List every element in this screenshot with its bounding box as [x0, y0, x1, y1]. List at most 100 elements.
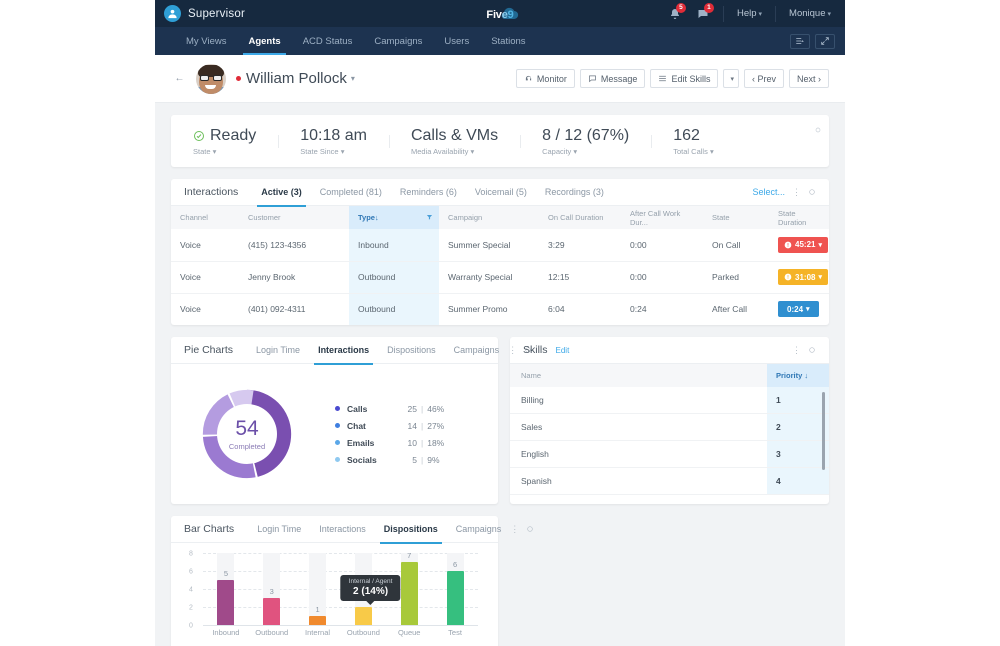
help-menu[interactable]: Help ▾ [731, 8, 768, 19]
nav-item-users[interactable]: Users [433, 27, 480, 55]
bar-x-axis: Inbound Outbound Internal Outbound Queue… [203, 628, 478, 637]
bar-settings-button[interactable] [526, 520, 534, 538]
bar-test[interactable]: 6 [446, 560, 464, 625]
tab-voicemail[interactable]: Voicemail (5) [466, 179, 536, 206]
col-after-call-work[interactable]: After Call Work Dur... [621, 206, 703, 229]
bar-tab-login-time[interactable]: Login Time [248, 516, 310, 543]
next-agent-button[interactable]: Next › [788, 69, 829, 88]
table-row[interactable]: Voice (401) 092-4311 Outbound Summer Pro… [171, 293, 829, 325]
bar-slot[interactable]: 5 [203, 553, 249, 625]
message-label: Message [600, 73, 638, 84]
avatar [196, 63, 226, 94]
edit-skills-button[interactable]: Edit Skills [650, 69, 719, 88]
gear-icon [809, 189, 815, 195]
bar-slot[interactable]: 3 [249, 553, 295, 625]
tab-label: Campaigns [453, 345, 500, 355]
nav-item-campaigns[interactable]: Campaigns [363, 27, 433, 55]
tab-completed[interactable]: Completed (81) [311, 179, 391, 206]
legend-item[interactable]: Socials 5 | 9% [335, 451, 444, 468]
tab-label: Interactions [319, 524, 366, 534]
pie-tab-login-time[interactable]: Login Time [247, 337, 309, 364]
pie-tab-campaigns[interactable]: Campaigns [445, 337, 509, 364]
stat-value: 162 [673, 126, 700, 144]
nav-item-agents[interactable]: Agents [237, 27, 291, 55]
bar-inbound[interactable]: 5 [217, 569, 235, 625]
nav-item-my-views[interactable]: My Views [175, 27, 237, 55]
user-menu[interactable]: Monique ▾ [783, 8, 837, 19]
filter-icon[interactable] [426, 213, 433, 222]
skills-column: Skills Edit ⋮ Name Priority ↓ Billing 1 … [510, 337, 829, 504]
status-badge[interactable]: 45:21 ▾ [778, 236, 828, 253]
tab-active[interactable]: Active (3) [252, 179, 311, 207]
stat-label[interactable]: State ▾ [193, 147, 256, 156]
bar-tab-dispositions[interactable]: Dispositions [375, 516, 447, 544]
bar-outbound-2[interactable]: Internal / Agent 2 (14%) [340, 575, 401, 625]
nav-item-acd-status[interactable]: ACD Status [292, 27, 364, 55]
bar-outbound-1[interactable]: 3 [263, 587, 281, 625]
stat-label[interactable]: Total Calls ▾ [673, 147, 713, 156]
tab-reminders[interactable]: Reminders (6) [391, 179, 466, 206]
skills-col-priority[interactable]: Priority ↓ [767, 364, 829, 387]
overflow-menu-icon[interactable]: ⋮ [510, 524, 519, 535]
legend-item[interactable]: Calls 25 | 46% [335, 400, 444, 417]
skills-row[interactable]: Sales 2 [510, 414, 829, 441]
check-circle-icon [194, 130, 204, 141]
agent-name-dropdown[interactable]: William Pollock ▾ [236, 70, 355, 87]
nav-item-stations[interactable]: Stations [480, 27, 536, 55]
bar-slot[interactable]: Internal / Agent 2 (14%) [340, 553, 401, 625]
view-options-button[interactable] [790, 33, 810, 49]
col-channel[interactable]: Channel [171, 206, 239, 229]
col-state-duration[interactable]: State Duration [769, 206, 829, 229]
col-type[interactable]: Type↓ [349, 206, 439, 229]
nav-label: ACD Status [302, 35, 353, 47]
chevron-down-icon: ▾ [758, 11, 763, 18]
stat-label[interactable]: Media Availability ▾ [411, 147, 498, 156]
stat-label[interactable]: Capacity ▾ [542, 147, 629, 156]
tab-recordings[interactable]: Recordings (3) [536, 179, 613, 206]
bar-tab-campaigns[interactable]: Campaigns [447, 516, 511, 543]
fullscreen-button[interactable] [815, 33, 835, 49]
status-badge[interactable]: 31:08 ▾ [778, 269, 828, 285]
message-button[interactable]: Message [579, 69, 646, 88]
skills-header-actions: ⋮ [792, 341, 816, 359]
notifications-button[interactable]: 5 [662, 0, 688, 27]
pie-tab-interactions[interactable]: Interactions [309, 337, 378, 365]
skills-edit-link[interactable]: Edit [556, 346, 570, 355]
skills-col-name[interactable]: Name [510, 364, 767, 387]
more-actions-button[interactable]: ▾ [723, 69, 739, 88]
skills-settings-button[interactable] [808, 341, 816, 359]
bar-internal[interactable]: 1 [309, 605, 327, 625]
col-on-call-duration[interactable]: On Call Duration [539, 206, 621, 229]
bar-slot[interactable]: 1 [295, 553, 341, 625]
notifications-badge: 5 [675, 3, 686, 13]
overflow-menu-icon[interactable]: ⋮ [792, 345, 801, 356]
bar-value: 7 [407, 551, 412, 560]
legend-item[interactable]: Chat 14 | 27% [335, 417, 444, 434]
next-label: Next › [796, 73, 821, 84]
col-campaign[interactable]: Campaign [439, 206, 539, 229]
prev-agent-button[interactable]: ‹ Prev [743, 69, 784, 88]
col-state[interactable]: State [703, 206, 769, 229]
stats-settings-button[interactable] [814, 121, 822, 139]
legend-item[interactable]: Emails 10 | 18% [335, 434, 444, 451]
bar-tab-interactions[interactable]: Interactions [310, 516, 375, 543]
skills-row[interactable]: Spanish 4 [510, 468, 829, 495]
overflow-menu-icon[interactable]: ⋮ [792, 187, 801, 198]
skills-scrollbar[interactable] [821, 390, 826, 498]
table-row[interactable]: Voice (415) 123-4356 Inbound Summer Spec… [171, 229, 829, 261]
stat-total-calls: 162 Total Calls ▾ [651, 127, 735, 156]
table-row[interactable]: Voice Jenny Brook Outbound Warranty Spec… [171, 261, 829, 293]
back-button[interactable]: ← [171, 70, 188, 87]
skills-row[interactable]: Billing 1 [510, 387, 829, 414]
monitor-button[interactable]: Monitor [515, 69, 575, 88]
select-link[interactable]: Select... [752, 187, 785, 197]
col-customer[interactable]: Customer [239, 206, 349, 229]
bar-queue[interactable]: 7 [400, 551, 418, 625]
stat-label[interactable]: State Since ▾ [300, 147, 367, 156]
pie-tab-dispositions[interactable]: Dispositions [378, 337, 445, 364]
interactions-settings-button[interactable] [808, 183, 816, 201]
status-badge[interactable]: 0:24 ▾ [778, 301, 819, 318]
skills-row[interactable]: English 3 [510, 441, 829, 468]
bar-slot[interactable]: 6 [432, 553, 478, 625]
messages-button[interactable]: 1 [690, 0, 716, 27]
